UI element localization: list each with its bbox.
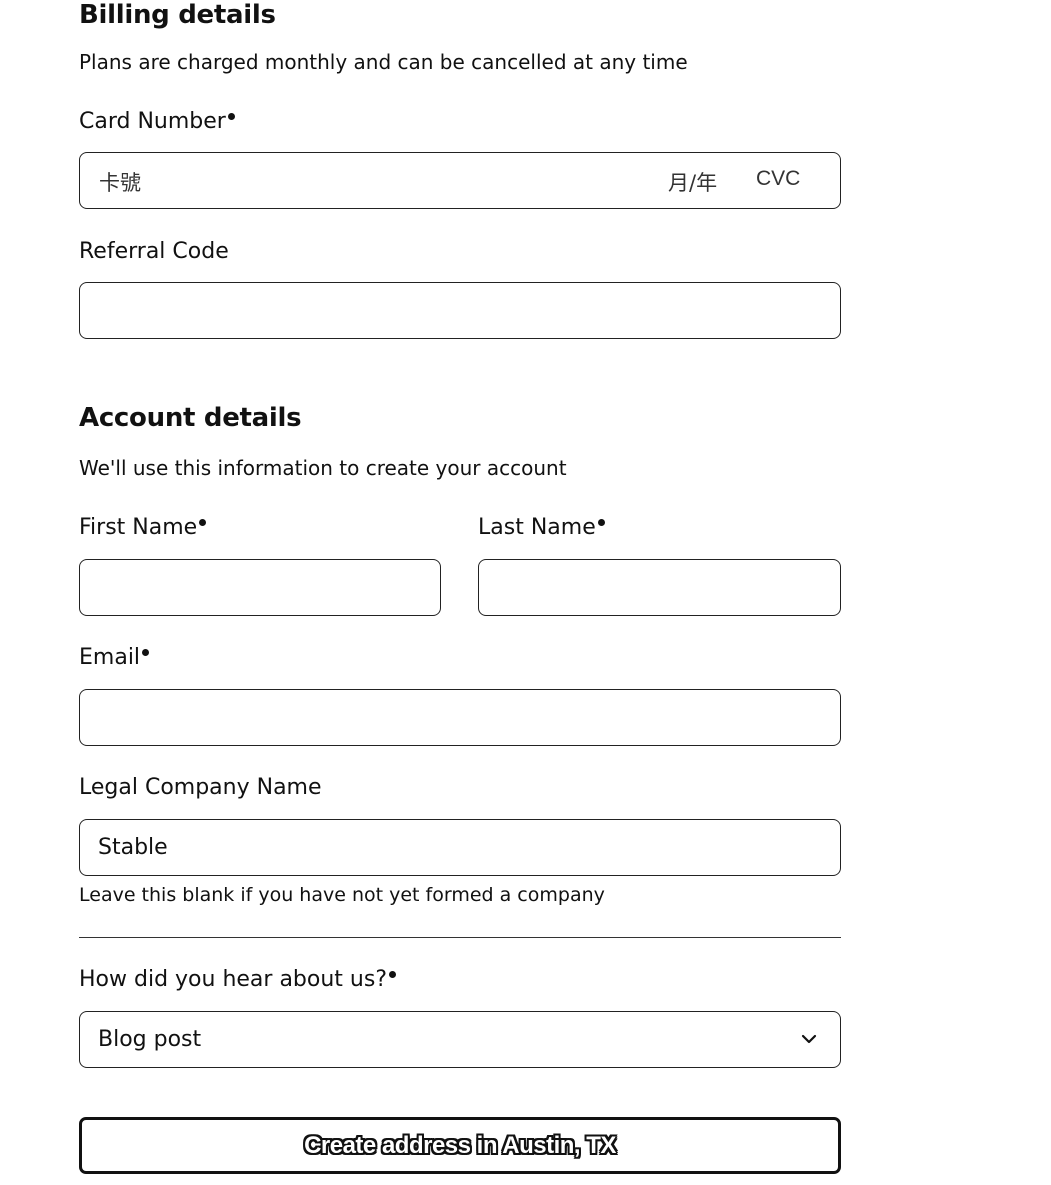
card-number-placeholder[interactable]: 卡號: [99, 167, 141, 197]
referral-label: Referral Code: [79, 239, 229, 264]
section-divider: [79, 937, 841, 938]
card-cvc-placeholder[interactable]: CVC: [756, 167, 800, 191]
email-label-text: Email: [79, 645, 141, 670]
account-subtitle: We'll use this information to create you…: [79, 456, 567, 480]
required-dot-icon: [597, 519, 605, 526]
last-name-label-text: Last Name: [478, 515, 596, 540]
required-dot-icon: [389, 971, 396, 978]
company-hint: Leave this blank if you have not yet for…: [79, 884, 605, 906]
first-name-input[interactable]: [79, 559, 441, 616]
account-title: Account details: [79, 403, 302, 433]
required-dot-icon: [142, 649, 150, 656]
first-name-label: First Name: [79, 514, 207, 542]
required-dot-icon: [199, 519, 207, 526]
billing-title: Billing details: [79, 0, 276, 30]
company-label: Legal Company Name: [79, 775, 322, 800]
billing-subtitle: Plans are charged monthly and can be can…: [79, 50, 688, 74]
email-label: Email: [79, 644, 150, 672]
chevron-down-icon[interactable]: [800, 1030, 818, 1048]
required-dot-icon: [227, 113, 235, 120]
source-label-text: How did you hear about us?: [79, 967, 387, 992]
source-label: How did you hear about us?: [79, 966, 396, 994]
card-number-label-text: Card Number: [79, 109, 226, 134]
last-name-input[interactable]: [478, 559, 841, 616]
company-input[interactable]: [79, 819, 841, 876]
card-expiry-placeholder[interactable]: 月/年: [668, 167, 717, 197]
email-input[interactable]: [79, 689, 841, 746]
first-name-label-text: First Name: [79, 515, 198, 540]
source-select[interactable]: Blog post: [79, 1011, 841, 1068]
card-number-label: Card Number: [79, 108, 235, 136]
last-name-label: Last Name: [478, 514, 605, 542]
create-address-button[interactable]: Create address in Austin, TX: [79, 1117, 841, 1174]
referral-input[interactable]: [79, 282, 841, 339]
card-input[interactable]: 卡號 月/年 CVC: [79, 152, 841, 209]
source-selected-value: Blog post: [98, 1027, 202, 1052]
